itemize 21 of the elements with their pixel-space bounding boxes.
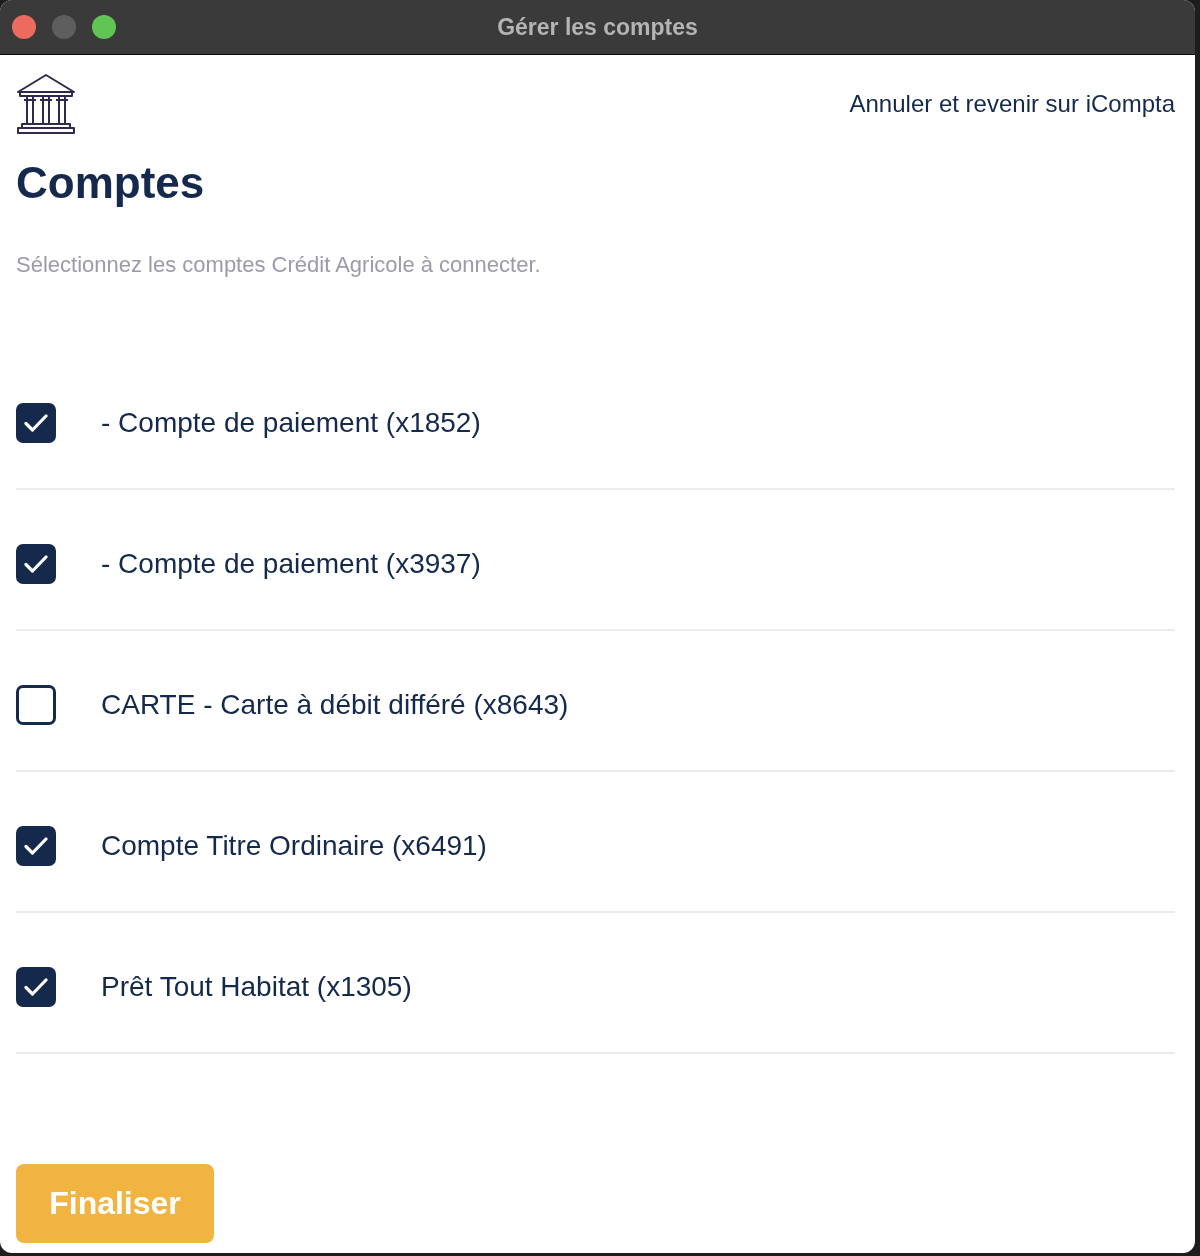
checkbox[interactable] (16, 826, 56, 866)
checkbox[interactable] (16, 685, 56, 725)
checkmark-icon (24, 414, 48, 432)
account-label[interactable]: Prêt Tout Habitat (x1305) (101, 967, 412, 1007)
page-heading: Comptes (16, 157, 206, 209)
close-button[interactable] (12, 15, 36, 39)
account-label[interactable]: - Compte de paiement (x1852) (101, 403, 481, 443)
checkmark-icon (24, 555, 48, 573)
account-label[interactable]: - Compte de paiement (x3937) (101, 544, 481, 584)
checkmark-icon (24, 978, 48, 996)
bank-icon (16, 74, 76, 134)
checkbox[interactable] (16, 544, 56, 584)
checkbox[interactable] (16, 967, 56, 1007)
checkmark-icon (24, 837, 48, 855)
checkbox[interactable] (16, 403, 56, 443)
account-label[interactable]: Compte Titre Ordinaire (x6491) (101, 826, 487, 866)
cancel-link[interactable]: Annuler et revenir sur iCompta (849, 90, 1175, 118)
window-title: Gérer les comptes (497, 13, 698, 41)
instruction-text: Sélectionnez les comptes Crédit Agricole à connecter. (16, 251, 542, 279)
account-label[interactable]: CARTE - Carte à débit différé (x8643) (101, 685, 569, 725)
zoom-button[interactable] (92, 15, 116, 39)
